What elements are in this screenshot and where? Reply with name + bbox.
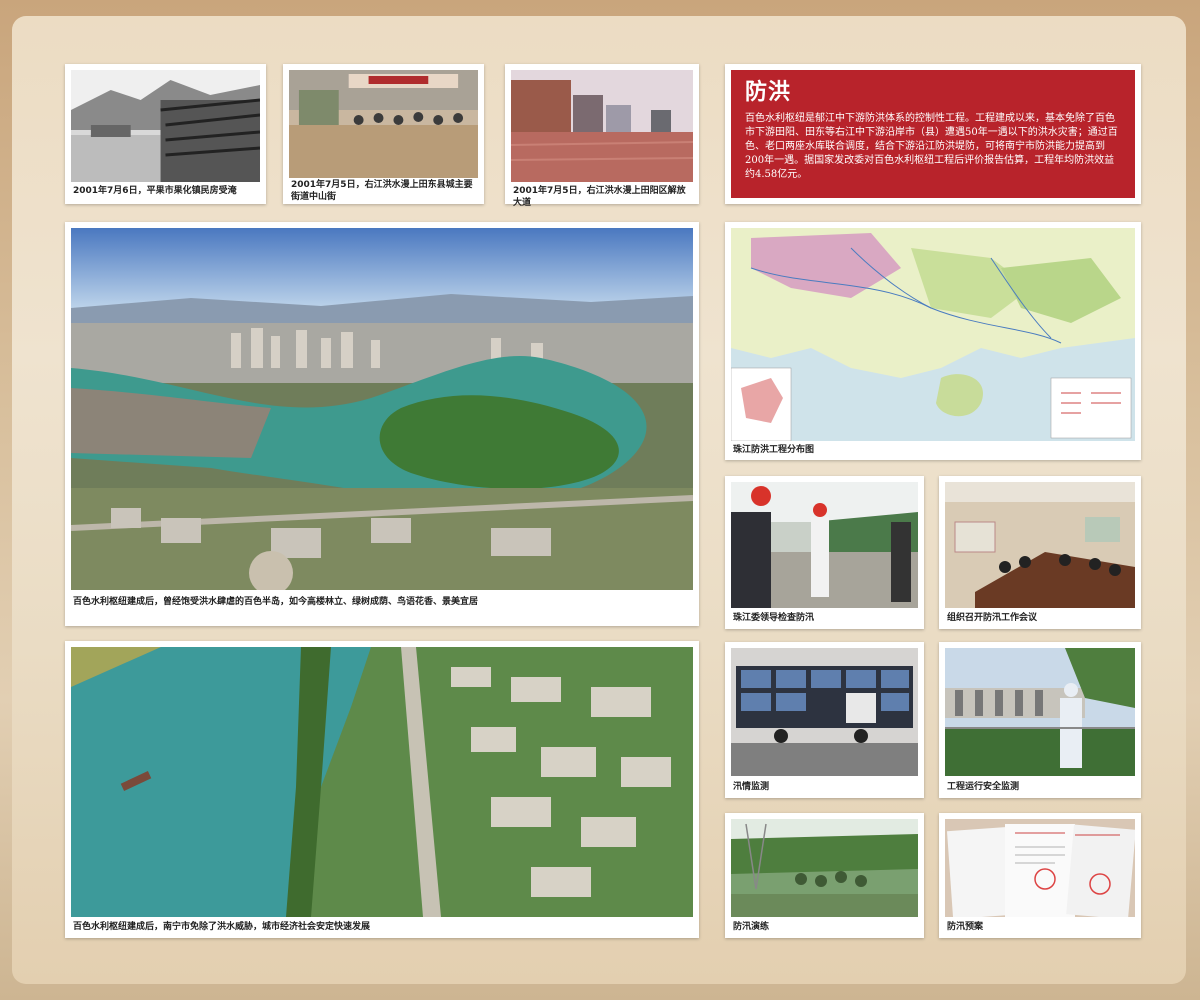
caption-plan: 防汛预案 xyxy=(947,922,984,932)
photo-flood-tianyang xyxy=(511,70,693,182)
photo-card-meeting: 组织召开防汛工作会议 xyxy=(939,476,1141,629)
photo-card-flood-tiandong: 2001年7月5日，右江洪水漫上田东县城主要街道中山街 xyxy=(283,64,484,204)
photo-flood-tiandong xyxy=(289,70,478,178)
caption-nanning: 百色水利枢纽建成后，南宁市免除了洪水威胁，城市经济社会安定快速发展 xyxy=(73,922,371,932)
section-title: 防洪 xyxy=(745,79,792,105)
caption-baise-peninsula: 百色水利枢纽建成后，曾经饱受洪水肆虐的百色半岛，如今高楼林立、绿树成荫、鸟语花香… xyxy=(73,597,479,607)
photo-card-nanning: 百色水利枢纽建成后，南宁市免除了洪水威胁，城市经济社会安定快速发展 xyxy=(65,641,699,938)
map-card-pearl-river: 珠江防洪工程分布图 xyxy=(725,222,1141,460)
photo-flood-guohua xyxy=(71,70,260,182)
photo-meeting xyxy=(945,482,1135,608)
map-pearl-river-flood-control xyxy=(731,228,1135,441)
caption-meeting: 组织召开防汛工作会议 xyxy=(947,613,1038,623)
photo-flood-monitoring xyxy=(731,648,918,776)
section-body-text: 百色水利枢纽是郁江中下游防洪体系的控制性工程。工程建成以来，基本免除了百色市下游… xyxy=(745,113,1118,180)
photo-card-leader-inspection: 珠江委领导检查防汛 xyxy=(725,476,924,629)
photo-card-flood-tianyang: 2001年7月5日，右江洪水漫上田阳区解放大道 xyxy=(505,64,699,208)
photo-flood-plan xyxy=(945,819,1135,917)
caption-monitoring: 汛情监测 xyxy=(733,782,770,792)
caption-flood-tiandong: 2001年7月5日，右江洪水漫上田东县城主要街道中山街 xyxy=(291,180,473,202)
photo-card-monitoring: 汛情监测 xyxy=(725,642,924,798)
photo-card-baise-peninsula: 百色水利枢纽建成后，曾经饱受洪水肆虐的百色半岛，如今高楼林立、绿树成荫、鸟语花香… xyxy=(65,222,699,626)
photo-card-safety-monitoring: 工程运行安全监测 xyxy=(939,642,1141,798)
flood-control-info-card: 防洪 百色水利枢纽是郁江中下游防洪体系的控制性工程。工程建成以来，基本免除了百色… xyxy=(725,64,1141,204)
photo-card-drill: 防汛演练 xyxy=(725,813,924,938)
flood-control-info-box: 防洪 百色水利枢纽是郁江中下游防洪体系的控制性工程。工程建成以来，基本免除了百色… xyxy=(731,70,1135,198)
photo-baise-peninsula xyxy=(71,228,693,590)
caption-leader-inspection: 珠江委领导检查防汛 xyxy=(733,613,815,623)
photo-card-plan: 防汛预案 xyxy=(939,813,1141,938)
photo-flood-drill xyxy=(731,819,918,917)
caption-flood-guohua: 2001年7月6日，平果市果化镇民房受淹 xyxy=(73,186,237,196)
caption-safety-monitoring: 工程运行安全监测 xyxy=(947,782,1020,792)
photo-leader-inspection xyxy=(731,482,918,608)
caption-map: 珠江防洪工程分布图 xyxy=(733,445,815,455)
photo-nanning-aerial xyxy=(71,647,693,917)
caption-flood-tianyang: 2001年7月5日，右江洪水漫上田阳区解放大道 xyxy=(513,186,686,208)
caption-drill: 防汛演练 xyxy=(733,922,770,932)
photo-card-flood-guohua: 2001年7月6日，平果市果化镇民房受淹 xyxy=(65,64,266,204)
photo-safety-monitoring xyxy=(945,648,1135,776)
